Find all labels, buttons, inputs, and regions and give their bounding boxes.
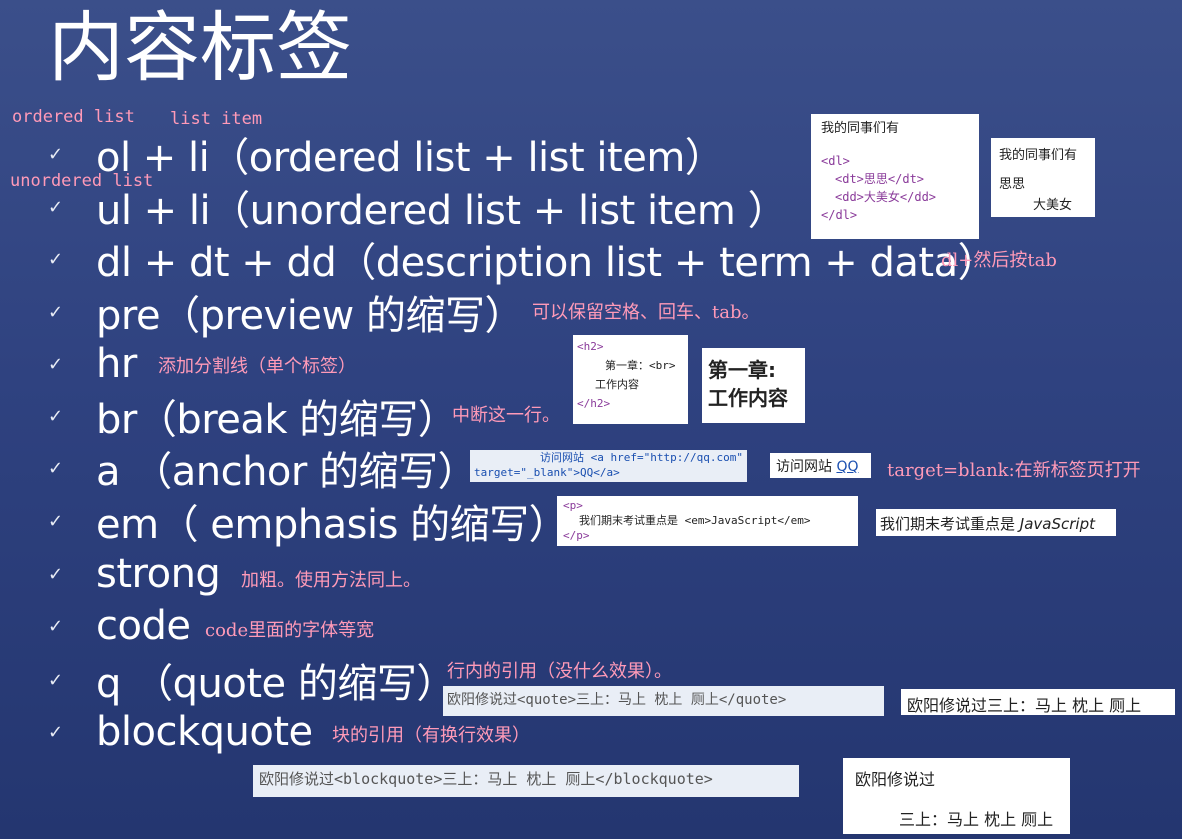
check-icon: ✓	[48, 563, 64, 584]
note-dl: dl+然后按tab	[941, 250, 1057, 271]
em-render-text: 我们期末考试重点是	[880, 515, 1020, 533]
check-icon: ✓	[48, 669, 64, 690]
a-render-example: 访问网站 QQ	[770, 453, 871, 478]
br-render-line: 第一章:	[708, 358, 776, 382]
qq-link[interactable]: QQ	[836, 459, 858, 475]
em-render-em: JavaScript	[1019, 515, 1095, 533]
code-line: 访问网站 <a href="http://qq.com"	[540, 451, 743, 464]
list-item: ✓ pre（preview 的缩写）	[48, 287, 524, 339]
list-item: ✓ blockquote	[48, 707, 313, 757]
br-code-example: <h2> 第一章：<br> 工作内容 </h2>	[573, 335, 688, 424]
list-item: ✓ hr	[48, 339, 137, 389]
dl-render-title: 我的同事们有	[999, 148, 1078, 163]
item-text: hr	[96, 341, 137, 387]
list-item: ✓ a （anchor 的缩写）	[48, 443, 478, 495]
page-title: 内容标签	[48, 3, 352, 92]
code-line: </p>	[563, 529, 590, 542]
code-line: <p>	[563, 499, 583, 512]
dl-render-term: 思思	[999, 177, 1026, 192]
br-render-line: 工作内容	[708, 386, 788, 410]
list-item: ✓ strong	[48, 549, 221, 599]
code-line: 第一章：<br>	[605, 359, 676, 372]
check-icon: ✓	[48, 405, 64, 426]
code-line: <dd>大美女</dd>	[835, 190, 937, 204]
check-icon: ✓	[48, 143, 64, 164]
item-text: a （anchor 的缩写）	[96, 449, 478, 495]
note-a: target=blank:在新标签页打开	[887, 460, 1141, 481]
list-item: ✓ br（break 的缩写）	[48, 391, 458, 443]
blockquote-render-line: 三上：马上 枕上 厕上	[899, 810, 1054, 829]
code-line: 工作内容	[595, 378, 639, 391]
item-text: strong	[96, 551, 221, 597]
code-line: </h2>	[577, 397, 611, 410]
item-text: br（break 的缩写）	[96, 397, 458, 443]
item-text: pre（preview 的缩写）	[96, 293, 524, 339]
note-q: 行内的引用（没什么效果）。	[447, 661, 672, 682]
code-line: 欧阳修说过<quote>三上：马上 枕上 厕上</quote>	[447, 692, 787, 708]
dl-code-example: 我的同事们有 <dl> <dt>思思</dt> <dd>大美女</dd> </d…	[811, 114, 979, 239]
a-code-example: 访问网站 <a href="http://qq.com" target="_bl…	[470, 450, 747, 482]
em-code-example: <p> 我们期末考试重点是 <em>JavaScript</em> </p>	[557, 496, 858, 546]
blockquote-render-line: 欧阳修说过	[855, 770, 936, 789]
check-icon: ✓	[48, 196, 64, 217]
list-item: ✓ ol + li（ordered list + list item）	[48, 129, 725, 181]
check-icon: ✓	[48, 457, 64, 478]
q-render-text: 欧阳修说过三上：马上 枕上 厕上	[907, 696, 1142, 715]
check-icon: ✓	[48, 353, 64, 374]
item-text: ul + li（unordered list + list item ）	[96, 188, 788, 234]
check-icon: ✓	[48, 248, 64, 269]
item-text: em（ emphasis 的缩写）	[96, 502, 569, 548]
code-line: target="_blank">QQ</a>	[474, 466, 620, 479]
q-code-example: 欧阳修说过<quote>三上：马上 枕上 厕上</quote>	[443, 686, 884, 716]
check-icon: ✓	[48, 301, 64, 322]
code-line: </dl>	[821, 208, 858, 222]
code-line: <h2>	[577, 340, 604, 353]
note-br: 中断这一行。	[452, 405, 560, 426]
note-code: code里面的字体等宽	[205, 620, 375, 641]
note-hr: 添加分割线（单个标签）	[158, 356, 356, 377]
item-text: blockquote	[96, 709, 313, 755]
blockquote-render-example: 欧阳修说过 三上：马上 枕上 厕上	[843, 758, 1070, 834]
note-blockquote: 块的引用（有换行效果）	[332, 725, 530, 746]
note-strong: 加粗。使用方法同上。	[241, 570, 421, 591]
a-render-text: 访问网站	[776, 459, 837, 475]
list-item: ✓ em（ emphasis 的缩写）	[48, 496, 569, 548]
check-icon: ✓	[48, 510, 64, 531]
item-text: ol + li（ordered list + list item）	[96, 135, 725, 181]
q-render-example: 欧阳修说过三上：马上 枕上 厕上	[901, 689, 1175, 715]
list-item: ✓ dl + dt + dd（description list + term + …	[48, 234, 998, 286]
note-pre: 可以保留空格、回车、tab。	[532, 302, 760, 323]
item-text: code	[96, 603, 191, 649]
note-ordered-list: ordered list	[12, 107, 135, 127]
item-text: q （quote 的缩写）	[96, 661, 456, 707]
check-icon: ✓	[48, 721, 64, 742]
dl-render-example: 我的同事们有 思思 大美女	[991, 138, 1095, 217]
code-line: 欧阳修说过<blockquote>三上：马上 枕上 厕上</blockquote…	[259, 770, 713, 788]
code-line: <dl>	[821, 154, 850, 168]
code-line: <dt>思思</dt>	[835, 172, 925, 186]
br-render-example: 第一章: 工作内容	[702, 348, 805, 423]
list-item: ✓ code	[48, 601, 191, 651]
check-icon: ✓	[48, 615, 64, 636]
blockquote-code-example: 欧阳修说过<blockquote>三上：马上 枕上 厕上</blockquote…	[253, 765, 799, 797]
dl-render-data: 大美女	[1033, 198, 1073, 213]
list-item: ✓ q （quote 的缩写）	[48, 655, 456, 707]
code-line: 我们期末考试重点是 <em>JavaScript</em>	[579, 514, 811, 527]
list-item: ✓ ul + li（unordered list + list item ）	[48, 182, 788, 234]
em-render-example: 我们期末考试重点是 JavaScript	[876, 509, 1116, 536]
dl-code-title: 我的同事们有	[821, 121, 900, 136]
